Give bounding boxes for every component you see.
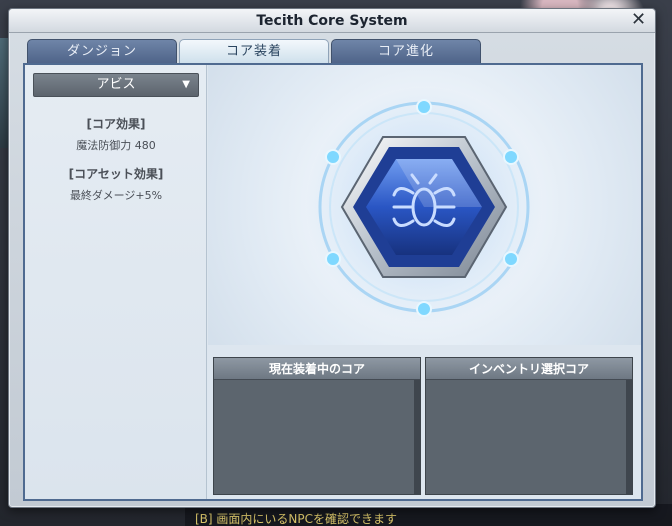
- orbit-node: [416, 99, 432, 115]
- equipped-core-header: 現在装着中のコア: [214, 358, 420, 380]
- inventory-core-slot[interactable]: インベントリ選択コア: [425, 357, 633, 495]
- chevron-down-icon: ▼: [182, 79, 190, 90]
- dropdown-selected-value: アビス: [96, 77, 136, 92]
- core-type-dropdown[interactable]: アビス ▼: [33, 73, 199, 97]
- tab-content: アビス ▼ [コア効果] 魔法防御力 480 [コアセット効果] 最終ダメージ+…: [23, 63, 643, 501]
- tab-core-evolution[interactable]: コア進化: [331, 39, 481, 63]
- orbit-node: [503, 149, 519, 165]
- core-info-panel: アビス ▼ [コア効果] 魔法防御力 480 [コアセット効果] 最終ダメージ+…: [25, 65, 207, 499]
- set-effect-value: 最終ダメージ+5%: [69, 189, 163, 202]
- core-slots: 現在装着中のコア インベントリ選択コア: [213, 353, 637, 495]
- core-display-area: [208, 65, 641, 345]
- tab-core-equip[interactable]: コア装着: [179, 39, 329, 63]
- core-effect-heading: [コア効果]: [86, 117, 146, 131]
- orbit-node: [416, 301, 432, 317]
- tab-bar: ダンジョン コア装着 コア進化: [27, 39, 483, 63]
- inventory-core-scrollbar[interactable]: [626, 380, 632, 494]
- set-effect-heading: [コアセット効果]: [68, 167, 164, 181]
- tab-dungeon[interactable]: ダンジョン: [27, 39, 177, 63]
- core-orbit-graphic: [306, 87, 542, 323]
- window-title: Tecith Core System: [256, 13, 408, 29]
- equipped-core-scrollbar[interactable]: [414, 380, 420, 494]
- tecith-core-window: Tecith Core System ✕ ダンジョン コア装着 コア進化 アビス…: [8, 8, 656, 508]
- orbit-node: [503, 251, 519, 267]
- title-bar[interactable]: Tecith Core System ✕: [9, 9, 655, 33]
- equipped-core-slot[interactable]: 現在装着中のコア: [213, 357, 421, 495]
- orbit-node: [325, 251, 341, 267]
- orbit-node: [325, 149, 341, 165]
- equipped-core-list[interactable]: [214, 380, 414, 494]
- close-icon[interactable]: ✕: [630, 11, 647, 29]
- inventory-core-header: インベントリ選択コア: [426, 358, 632, 380]
- inventory-core-list[interactable]: [426, 380, 626, 494]
- core-effect-value: 魔法防御力 480: [76, 139, 156, 152]
